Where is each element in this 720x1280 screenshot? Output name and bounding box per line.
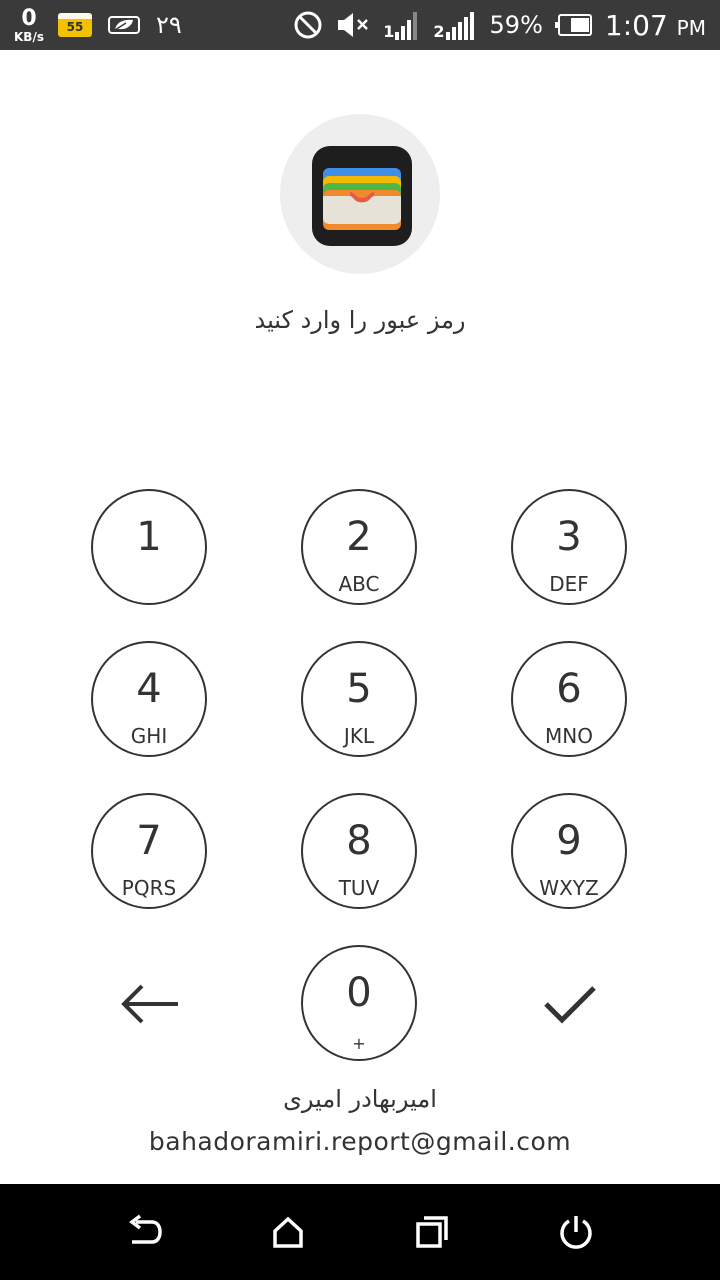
nav-power-icon xyxy=(560,1216,592,1249)
network-speed: 0 KB/s xyxy=(14,5,44,44)
key-digit: 2 xyxy=(346,514,372,560)
passcode-prompt: رمز عبور را وارد کنید xyxy=(254,306,466,334)
key-letters: GHI xyxy=(130,724,168,748)
key-letters: TUV xyxy=(338,876,380,900)
key-2[interactable]: 2 ABC xyxy=(301,489,417,605)
signal-icon xyxy=(445,12,474,40)
status-bar: 0 KB/s 55 ۲۹ 1 2 59% 1:07 PM xyxy=(0,0,720,50)
network-speed-unit: KB/s xyxy=(14,29,44,44)
nav-power-button[interactable] xyxy=(552,1208,600,1256)
owner-email: bahadoramiri.report@gmail.com xyxy=(148,1127,572,1156)
key-digit: 0 xyxy=(346,970,372,1016)
key-8[interactable]: 8 TUV xyxy=(301,793,417,909)
status-left: 0 KB/s 55 ۲۹ xyxy=(14,0,182,50)
key-letters: + xyxy=(352,1034,366,1053)
key-5[interactable]: 5 JKL xyxy=(301,641,417,757)
signal-icon xyxy=(395,12,418,40)
confirm-button[interactable] xyxy=(535,979,605,1029)
key-digit: 1 xyxy=(136,514,162,560)
key-letters: PQRS xyxy=(121,876,177,900)
dnd-icon xyxy=(294,11,322,39)
nav-back-icon xyxy=(129,1214,162,1244)
key-digit: 7 xyxy=(136,818,162,864)
signal-sim2: 2 xyxy=(433,10,477,40)
nav-back-button[interactable] xyxy=(120,1208,168,1256)
battery-percent: 59% xyxy=(489,11,543,39)
key-digit: 5 xyxy=(346,666,372,712)
key-6[interactable]: 6 MNO xyxy=(511,641,627,757)
mute-icon xyxy=(338,13,369,37)
signal-sim1-label: 1 xyxy=(383,22,395,41)
key-digit: 9 xyxy=(556,818,582,864)
key-9[interactable]: 9 WXYZ xyxy=(511,793,627,909)
owner-name: امیربهادر امیری xyxy=(283,1085,437,1113)
signal-sim2-label: 2 xyxy=(433,22,445,41)
nav-home-button[interactable] xyxy=(264,1208,312,1256)
clock-time: 1:07 xyxy=(604,8,668,42)
key-letters: ABC xyxy=(338,572,380,596)
battery-icon xyxy=(554,14,592,36)
key-letters: DEF xyxy=(549,572,589,596)
day-text: ۲۹ xyxy=(155,11,182,39)
key-letters: JKL xyxy=(343,724,375,748)
wallet-icon xyxy=(312,146,412,246)
key-3[interactable]: 3 DEF xyxy=(511,489,627,605)
key-7[interactable]: 7 PQRS xyxy=(91,793,207,909)
sd-card-badge: 55 xyxy=(66,20,84,34)
nav-home-icon xyxy=(273,1216,303,1248)
network-speed-value: 0 xyxy=(21,5,37,31)
back-arrow-icon xyxy=(121,984,178,1024)
key-digit: 8 xyxy=(346,818,372,864)
status-right: 1 2 59% 1:07 PM xyxy=(293,0,706,50)
key-letters: MNO xyxy=(545,724,593,748)
backspace-button[interactable] xyxy=(115,979,185,1029)
key-4[interactable]: 4 GHI xyxy=(91,641,207,757)
key-digit: 4 xyxy=(136,666,162,712)
key-0[interactable]: 0 + xyxy=(301,945,417,1061)
clock: 1:07 PM xyxy=(605,9,706,42)
key-digit: 6 xyxy=(556,666,582,712)
signal-sim1: 1 xyxy=(383,10,421,40)
sd-card-icon: 55 xyxy=(57,13,92,37)
app-avatar xyxy=(280,114,440,274)
key-1[interactable]: 1 xyxy=(91,489,207,605)
nav-recents-button[interactable] xyxy=(408,1208,456,1256)
key-digit: 3 xyxy=(556,514,582,560)
key-letters: WXYZ xyxy=(539,876,599,900)
nav-recents-icon xyxy=(416,1216,448,1248)
nav-bar xyxy=(0,1184,720,1280)
checkmark-icon xyxy=(544,986,596,1024)
clock-ampm: PM xyxy=(676,15,706,40)
leaf-icon xyxy=(107,16,140,34)
